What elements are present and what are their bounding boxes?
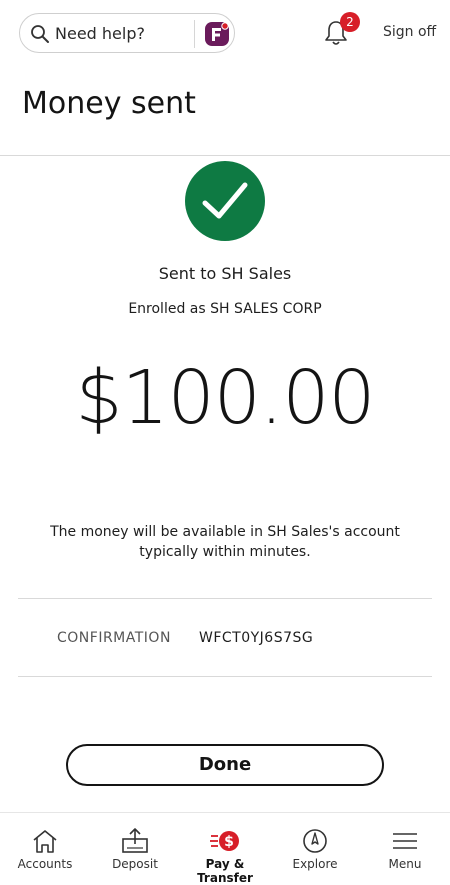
nav-item-pay-transfer[interactable]: $ Pay & Transfer [180, 813, 270, 885]
assistant-icon[interactable] [204, 21, 230, 47]
nav-item-menu[interactable]: Menu [360, 813, 450, 879]
nav-label-pay-transfer: Pay & Transfer [197, 857, 253, 885]
svg-text:$: $ [224, 834, 234, 850]
top-bar: Need help? 2 Sign off [0, 0, 450, 70]
nav-label-explore: Explore [292, 857, 338, 871]
availability-line-1: The money will be available in SH Sales'… [50, 524, 400, 540]
confirmation-number: WFCT0YJ6S7SG [199, 630, 314, 646]
pay-transfer-icon: $ [210, 831, 239, 851]
confirmation-bottom-divider [18, 676, 432, 677]
availability-line-2: typically within minutes. [139, 544, 311, 560]
help-search-button[interactable]: Need help? [19, 13, 235, 53]
notification-count-badge: 2 [340, 12, 360, 32]
sign-off-link[interactable]: Sign off [383, 24, 436, 40]
deposit-icon [122, 828, 148, 853]
compass-icon [303, 829, 327, 853]
sent-to-text: Sent to SH Sales [158, 264, 292, 283]
success-check-icon [185, 161, 265, 241]
search-icon [31, 25, 49, 43]
nav-label-menu: Menu [388, 857, 422, 871]
nav-item-explore[interactable]: Explore [270, 813, 360, 879]
home-icon [33, 830, 57, 853]
confirmation-label: CONFIRMATION [57, 630, 171, 646]
nav-item-accounts[interactable]: Accounts [0, 813, 90, 879]
enrolled-as-text: Enrolled as SH SALES CORP [128, 301, 322, 317]
confirmation-top-divider [18, 598, 432, 599]
nav-label-deposit: Deposit [112, 857, 158, 871]
nav-item-deposit[interactable]: Deposit [90, 813, 180, 879]
search-divider [194, 20, 195, 48]
page-title: Money sent [22, 86, 196, 121]
help-search-label: Need help? [55, 24, 145, 43]
amount-sent: $100.00 [75, 355, 375, 441]
availability-message: The money will be available in SH Sales'… [40, 522, 410, 562]
done-button[interactable]: Done [66, 744, 384, 786]
bottom-nav: Accounts Deposit $ Pay & Transfer Explor… [0, 812, 450, 885]
nav-label-accounts: Accounts [17, 857, 73, 871]
menu-icon [393, 833, 417, 849]
title-divider [0, 155, 450, 156]
